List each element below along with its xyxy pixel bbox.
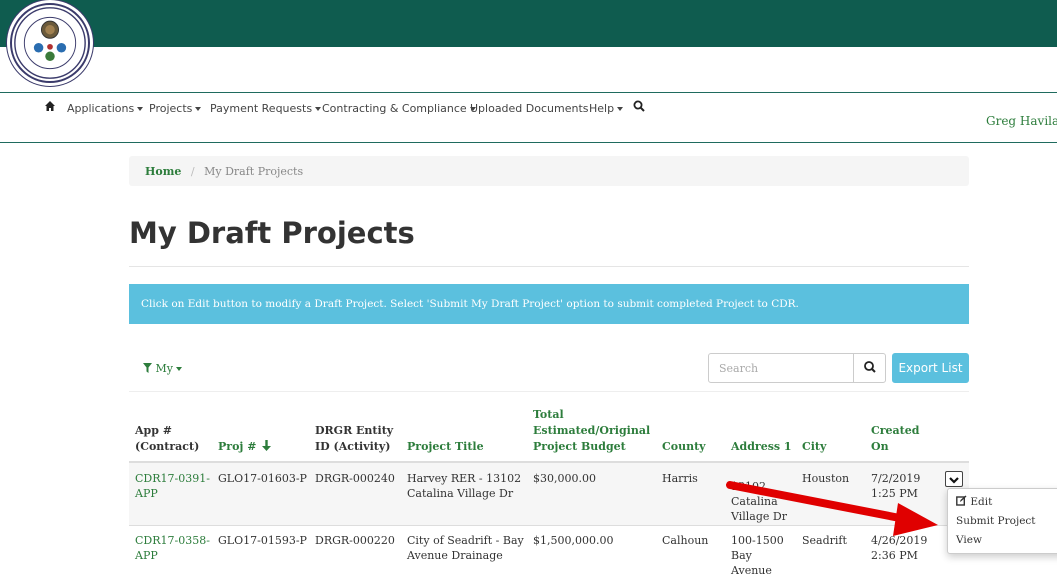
caret-icon	[195, 107, 202, 111]
brand-bar: Greg Haviland	[0, 47, 1057, 128]
row-budget: $1,500,000.00	[533, 534, 614, 547]
filter-icon	[143, 363, 152, 373]
caret-icon	[137, 107, 144, 111]
caret-icon	[617, 107, 624, 111]
col-header-app[interactable]: App # (Contract)	[135, 423, 199, 455]
row-address: 13102 Catalina Village Dr	[731, 480, 787, 523]
row-county: Calhoun	[662, 534, 709, 547]
title-divider	[129, 266, 969, 267]
row-actions-toggle[interactable]	[945, 471, 963, 487]
row-proj-number: GLO17-01603-P	[218, 472, 307, 485]
menu-item-submit-project[interactable]: Submit Project	[956, 515, 1036, 527]
row-county: Harris	[662, 472, 698, 485]
search-icon[interactable]	[633, 100, 645, 115]
main-navbar: Applications Projects Payment Requests C…	[0, 93, 1057, 143]
breadcrumb-separator: /	[190, 165, 195, 178]
row-project-title: City of Seadrift - Bay Avenue Drainage	[407, 534, 524, 562]
search-icon	[864, 361, 876, 373]
toolbar-divider	[129, 391, 969, 392]
nav-projects[interactable]: Projects	[149, 102, 202, 115]
breadcrumb-current: My Draft Projects	[204, 165, 304, 178]
edit-icon	[956, 495, 967, 506]
table-search-input[interactable]	[708, 353, 854, 383]
col-header-proj[interactable]: Proj #	[218, 439, 272, 455]
caret-icon	[315, 107, 322, 111]
col-header-address[interactable]: Address 1	[731, 439, 792, 455]
sort-down-arrow-icon	[262, 440, 272, 451]
row-drgr-id: DRGR-000220	[315, 534, 395, 547]
nav-payment-requests[interactable]: Payment Requests	[210, 102, 322, 115]
info-alert: Click on Edit button to modify a Draft P…	[129, 284, 969, 324]
nav-contracting-compliance[interactable]: Contracting & Compliance	[322, 102, 476, 115]
page-title: My Draft Projects	[129, 216, 415, 250]
row-project-title: Harvey RER - 13102 Catalina Village Dr	[407, 472, 522, 500]
nav-help[interactable]: Help	[589, 102, 624, 115]
chevron-down-icon	[949, 477, 959, 484]
row-app-number-link[interactable]: CDR17-0358- APP	[135, 533, 210, 563]
nav-applications[interactable]: Applications	[67, 102, 144, 115]
seal-logo[interactable]	[10, 3, 90, 83]
col-header-city[interactable]: City	[802, 439, 826, 455]
row-created-on: 7/2/2019 1:25 PM	[871, 472, 921, 500]
col-header-county[interactable]: County	[662, 439, 706, 455]
filter-label: My	[155, 362, 173, 375]
export-list-button[interactable]: Export List	[892, 353, 969, 383]
col-header-title[interactable]: Project Title	[407, 439, 484, 455]
row-city: Houston	[802, 472, 850, 485]
menu-item-edit[interactable]: Edit	[956, 495, 992, 508]
col-header-budget[interactable]: Total Estimated/Original Project Budget	[533, 407, 650, 455]
breadcrumb-home[interactable]: Home	[145, 165, 181, 178]
row-actions-menu: Edit Submit Project View	[947, 488, 1057, 554]
row-divider	[129, 525, 969, 526]
row-city: Seadrift	[802, 534, 847, 547]
col-header-drgr[interactable]: DRGR Entity ID (Activity)	[315, 423, 393, 455]
menu-item-view[interactable]: View	[956, 534, 982, 546]
row-created-on: 4/26/2019 2:36 PM	[871, 534, 928, 562]
filter-dropdown-button[interactable]: My	[143, 362, 182, 375]
breadcrumb: Home / My Draft Projects	[129, 156, 969, 186]
row-budget: $30,000.00	[533, 472, 596, 485]
row-app-number-link[interactable]: CDR17-0391- APP	[135, 471, 210, 501]
row-drgr-id: DRGR-000240	[315, 472, 395, 485]
caret-icon	[175, 367, 182, 371]
nav-uploaded-documents[interactable]: Uploaded Documents	[470, 102, 589, 115]
col-header-created[interactable]: Created On	[871, 423, 919, 455]
row-proj-number: GLO17-01593-P	[218, 534, 307, 547]
row-address: 100-1500 Bay Avenue	[731, 534, 784, 577]
table-search-button[interactable]	[853, 353, 886, 383]
top-banner	[0, 0, 1057, 47]
home-icon[interactable]	[44, 100, 56, 115]
